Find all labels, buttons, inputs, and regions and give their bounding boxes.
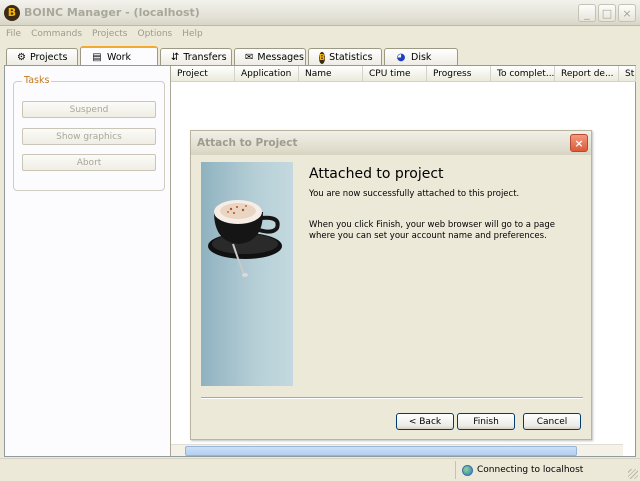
tab-disk[interactable]: ◕ Disk	[384, 48, 458, 66]
maximize-button[interactable]: □	[598, 4, 616, 22]
tab-projects[interactable]: ⚙ Projects	[6, 48, 78, 66]
dialog-titlebar: Attach to Project ×	[191, 131, 591, 155]
horizontal-scrollbar[interactable]	[171, 444, 623, 456]
globe-icon	[462, 464, 473, 476]
minimize-button[interactable]: _	[578, 4, 596, 22]
success-message: You are now successfully attached to thi…	[309, 189, 520, 199]
column-cpu-time[interactable]: CPU time	[363, 66, 427, 82]
tab-label: Transfers	[183, 52, 227, 63]
window-title: BOINC Manager - (localhost)	[24, 6, 200, 19]
coffee-cup-image	[201, 162, 293, 386]
connection-status: Connecting to localhost	[455, 461, 625, 479]
gear-icon: ⚙	[17, 52, 26, 63]
menu-commands[interactable]: Commands	[31, 29, 82, 39]
tab-label: Projects	[29, 52, 68, 63]
list-icon: ▤	[92, 51, 102, 63]
column-report-deadline[interactable]: Report de...	[555, 66, 619, 82]
back-button[interactable]: < Back	[396, 413, 454, 430]
tab-label: Disk	[411, 52, 432, 63]
tab-label: Statistics	[329, 52, 373, 63]
menu-help[interactable]: Help	[182, 29, 203, 39]
tab-label: Messages	[257, 52, 304, 63]
suspend-button[interactable]: Suspend	[22, 101, 156, 118]
boinc-logo-icon: B	[4, 4, 20, 21]
column-application[interactable]: Application	[235, 66, 299, 82]
coffee-cup-icon	[208, 200, 282, 277]
menu-options[interactable]: Options	[138, 29, 173, 39]
tab-work[interactable]: ▤ Work	[80, 46, 158, 66]
dialog-body: Attached to project You are now successf…	[195, 155, 587, 437]
scrollbar-thumb[interactable]	[185, 446, 577, 456]
dialog-title: Attach to Project	[197, 137, 298, 149]
resize-grip[interactable]	[628, 469, 638, 479]
column-status[interactable]: St	[619, 66, 636, 82]
transfer-icon: ⇵	[171, 52, 180, 63]
boinc-logo-icon: B	[319, 51, 326, 64]
menu-file[interactable]: File	[6, 29, 21, 39]
menu-bar: File Commands Projects Options Help	[0, 26, 640, 42]
column-project[interactable]: Project	[171, 66, 235, 82]
tab-transfers[interactable]: ⇵ Transfers	[160, 48, 232, 66]
finish-info-message: When you click Finish, your web browser …	[309, 220, 555, 241]
dialog-heading: Attached to project	[309, 166, 444, 182]
column-progress[interactable]: Progress	[427, 66, 491, 82]
column-name[interactable]: Name	[299, 66, 363, 82]
status-text: Connecting to localhost	[477, 465, 584, 475]
tab-label: Work	[107, 51, 132, 63]
cancel-button[interactable]: Cancel	[523, 413, 581, 430]
window-titlebar: B BOINC Manager - (localhost) _ □ ×	[0, 0, 640, 26]
column-to-completion[interactable]: To complet...	[491, 66, 555, 82]
dialog-divider	[201, 397, 583, 399]
attach-project-dialog: Attach to Project × Attached to project …	[190, 130, 592, 440]
dialog-close-button[interactable]: ×	[570, 134, 588, 152]
close-button[interactable]: ×	[618, 4, 636, 22]
window-controls: _ □ ×	[578, 4, 636, 22]
finish-button[interactable]: Finish	[457, 413, 515, 430]
tab-strip: ⚙ Projects ▤ Work ⇵ Transfers ✉ Messages…	[6, 46, 458, 66]
tasks-group-label: Tasks	[22, 75, 52, 86]
pie-chart-icon: ◕	[396, 52, 406, 63]
show-graphics-button[interactable]: Show graphics	[22, 128, 156, 145]
envelope-icon: ✉	[245, 52, 254, 63]
task-panel: Tasks Suspend Show graphics Abort	[11, 66, 169, 456]
tab-messages[interactable]: ✉ Messages	[234, 48, 306, 66]
tasks-group: Tasks Suspend Show graphics Abort	[13, 75, 165, 191]
status-bar: Connecting to localhost	[0, 458, 640, 481]
column-headers: Project Application Name CPU time Progre…	[171, 66, 636, 82]
abort-button[interactable]: Abort	[22, 154, 156, 171]
tab-statistics[interactable]: B Statistics	[308, 48, 382, 66]
menu-projects[interactable]: Projects	[92, 29, 127, 39]
